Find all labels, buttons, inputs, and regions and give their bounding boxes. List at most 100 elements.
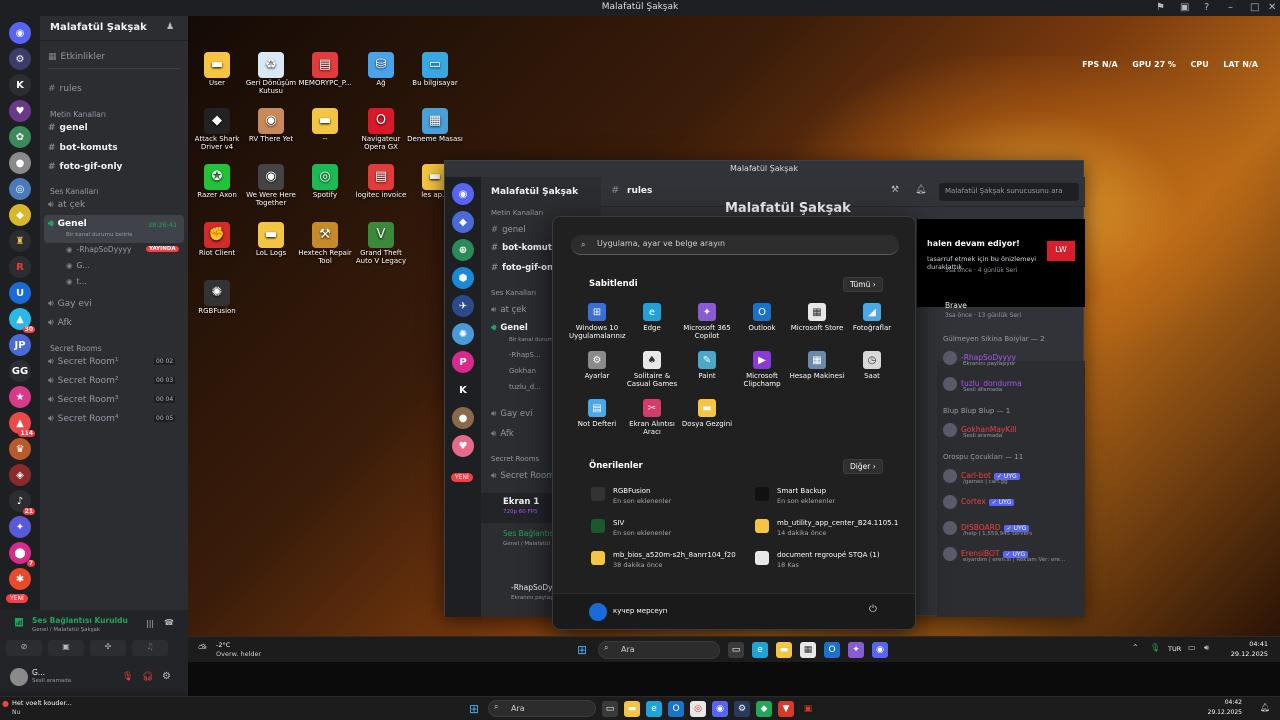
- screen-share-button[interactable]: ▣: [48, 640, 84, 656]
- desktop-icon[interactable]: ▤ logitec invoice: [352, 164, 410, 200]
- app-icon[interactable]: ◆: [756, 701, 772, 717]
- desktop-icon[interactable]: ▬ --: [296, 108, 354, 144]
- server-icon[interactable]: ◆: [9, 204, 31, 226]
- recommended-item[interactable]: RGBFusion En son eklenenler: [591, 487, 671, 505]
- network-icon[interactable]: ▭: [1188, 643, 1196, 652]
- start-search-input[interactable]: Uygulama, ayar ve belge arayın: [571, 235, 899, 255]
- invite-icon[interactable]: ♟: [166, 22, 174, 32]
- notification-bell-icon[interactable]: 🔔︎: [1260, 703, 1270, 712]
- voice-category[interactable]: Ses Kanalları: [50, 187, 98, 196]
- outlook-icon[interactable]: O: [668, 701, 684, 717]
- recommended-item[interactable]: Smart Backup En son eklenenler: [755, 487, 835, 505]
- voice-at-cek[interactable]: 🔊︎ at çek: [48, 200, 85, 210]
- voice-user[interactable]: ◉ -RhapSoDyyyy: [66, 245, 131, 254]
- server-icon[interactable]: ▲ 30: [9, 308, 35, 333]
- pinned-app[interactable]: ▦ Hesap Makinesi: [789, 351, 845, 381]
- server-icon[interactable]: ✱: [9, 568, 31, 590]
- desktop-icon[interactable]: ◉ We Were Here Together: [242, 164, 300, 207]
- start-user-name[interactable]: кучер мерсеуп: [613, 607, 667, 615]
- desktop-icon[interactable]: ▭ Bu bilgisayar: [406, 52, 464, 88]
- inbox-icon[interactable]: ▣: [1180, 2, 1189, 13]
- channel-foto-gif-only[interactable]: # foto-gif-only: [48, 162, 122, 172]
- recommended-item[interactable]: mb_bios_a520m-s2h_8anrr104_f20 38 dakika …: [591, 551, 736, 569]
- weather-temp[interactable]: -2°C: [216, 641, 230, 649]
- avatar[interactable]: [10, 668, 28, 686]
- server-icon[interactable]: ●: [9, 152, 31, 174]
- pinned-app[interactable]: O Outlook: [734, 303, 790, 333]
- inner-server-name[interactable]: Malafatül Şakşak: [491, 187, 578, 197]
- pinned-app[interactable]: ▦ Microsoft Store: [789, 303, 845, 333]
- folder-icon[interactable]: ▬: [776, 642, 792, 658]
- pinned-app[interactable]: ✎ Paint: [679, 351, 735, 381]
- server-icon[interactable]: ◈: [9, 464, 31, 486]
- clock-time[interactable]: 04:42: [1218, 699, 1242, 706]
- desktop-icon[interactable]: ◎ Spotify: [296, 164, 354, 200]
- desktop-icon[interactable]: ▬ LoL Logs: [242, 222, 300, 258]
- voice-connected-title[interactable]: Ses Bağlantısı Kuruldu: [32, 616, 128, 625]
- disconnect-icon[interactable]: ☎: [164, 618, 174, 627]
- settings-gear-icon[interactable]: ⚙: [162, 671, 171, 682]
- pinned-app[interactable]: ◢ Fotoğraflar: [844, 303, 900, 333]
- server-icon[interactable]: ✺: [452, 323, 474, 345]
- voice-category[interactable]: Ses Kanalları: [491, 289, 536, 297]
- text-category[interactable]: Metin Kanalları: [50, 110, 106, 119]
- server-icon[interactable]: ●: [452, 407, 474, 429]
- text-category[interactable]: Metin Kanalları: [491, 209, 543, 217]
- mic-muted-icon[interactable]: 🎙︎: [122, 672, 133, 682]
- channel-bot-komuts[interactable]: # bot-komuts: [491, 243, 557, 253]
- chrome-icon[interactable]: ◎: [690, 701, 706, 717]
- server-icon[interactable]: ⊕: [452, 239, 474, 261]
- inner-search-input[interactable]: Malafatül Şakşak sunucusunu ara: [939, 183, 1079, 201]
- desktop-icon[interactable]: ✪ Razer Axon: [188, 164, 246, 200]
- user-name[interactable]: G...: [32, 668, 45, 677]
- more-button[interactable]: Diğer ›: [843, 459, 883, 474]
- pinned-app[interactable]: ⊞ Windows 10 Uygulamalarınız: [569, 303, 626, 340]
- all-apps-button[interactable]: Tümü ›: [843, 277, 883, 292]
- server-icon[interactable]: ♥: [9, 100, 31, 122]
- voice-genel[interactable]: 🔊︎ Genel: [491, 323, 528, 333]
- voice-at-cek[interactable]: 🔊︎ at çek: [491, 305, 526, 315]
- camera-off-button[interactable]: ⊘: [6, 640, 42, 656]
- member-row[interactable]: Cortex ✓ UYG: [943, 495, 1015, 509]
- desktop-icon[interactable]: O Navigateur Opera GX: [352, 108, 410, 151]
- server-icon[interactable]: JP: [9, 334, 31, 356]
- voice-gay-evi[interactable]: 🔊︎ Gay evi: [491, 409, 533, 419]
- desktop-icon[interactable]: ◉ RV There Yet: [242, 108, 300, 144]
- power-icon[interactable]: ⏻: [869, 604, 877, 615]
- pinned-app[interactable]: ◷ Saat: [844, 351, 900, 381]
- server-icon[interactable]: ✦: [9, 516, 31, 538]
- channel-foto-gif-only[interactable]: # foto-gif-onl: [491, 263, 556, 273]
- clock-date[interactable]: 29.12.2025: [1196, 709, 1242, 716]
- headphones-muted-icon[interactable]: 🎧︎: [142, 672, 153, 682]
- secret-room[interactable]: 🔊︎ Secret Room¹: [48, 357, 119, 367]
- pinned-app[interactable]: ✦ Microsoft 365 Copilot: [679, 303, 735, 340]
- voice-user[interactable]: -RhapS...: [509, 351, 541, 359]
- voice-afk[interactable]: 🔊︎ Afk: [48, 318, 72, 328]
- channel-genel[interactable]: # genel: [491, 225, 526, 235]
- clock-time[interactable]: 04:41: [1234, 640, 1268, 648]
- channel-genel[interactable]: # genel: [48, 123, 88, 133]
- voice-user[interactable]: tuzlu_d...: [509, 383, 541, 391]
- secret-room[interactable]: 🔊︎ Secret Room²: [48, 376, 119, 386]
- desktop-icon[interactable]: ⚒ Hextech Repair Tool: [296, 222, 354, 265]
- server-icon[interactable]: ◆: [452, 211, 474, 233]
- volume-icon[interactable]: 🔊︎: [1204, 643, 1209, 653]
- bell-icon[interactable]: 🔔︎: [915, 185, 926, 195]
- discord-home-icon[interactable]: ◉: [9, 22, 31, 44]
- recommended-item[interactable]: document regroupé STQA (1) 18 Kas: [755, 551, 880, 569]
- weather-icon[interactable]: ⛅︎: [198, 642, 207, 656]
- voice-genel[interactable]: 🔊︎ Genel: [48, 219, 87, 229]
- weather-text[interactable]: Overw. helder: [216, 650, 261, 658]
- server-icon[interactable]: P: [452, 351, 474, 373]
- taskbar-search[interactable]: Ara: [488, 700, 596, 717]
- voice-afk[interactable]: 🔊︎ Afk: [491, 429, 514, 439]
- server-icon[interactable]: ♛: [9, 438, 31, 460]
- channel-bot-komuts[interactable]: # bot-komuts: [48, 143, 118, 153]
- task-view-icon[interactable]: ▭: [602, 701, 618, 717]
- voice-user[interactable]: Gokhan: [509, 367, 536, 375]
- outlook-icon[interactable]: O: [824, 642, 840, 658]
- server-icon[interactable]: ✿: [9, 126, 31, 148]
- obs-icon[interactable]: ▣: [800, 701, 816, 717]
- windows-start-icon[interactable]: ⊞: [466, 701, 482, 717]
- store-icon[interactable]: ▦: [800, 642, 816, 658]
